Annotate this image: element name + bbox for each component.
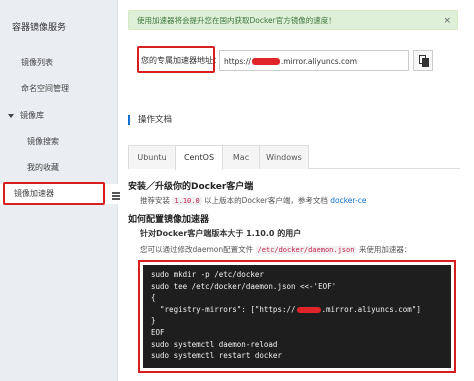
accelerator-address-field[interactable]: https:// .mirror.aliyuncs.com: [219, 50, 409, 71]
notice-text: 使用加速器将会提升您在国内获取Docker官方镜像的速度！: [137, 16, 336, 25]
address-prefix: https://: [224, 56, 251, 66]
copy-icon-front: [422, 58, 429, 67]
config-desc-text: 您可以通过修改daemon配置文件: [140, 245, 256, 254]
code-block[interactable]: sudo mkdir -p /etc/docker sudo tee /etc/…: [143, 265, 451, 368]
highlight-box-sidebar: [3, 182, 105, 205]
sidebar-item-namespace[interactable]: 命名空间管理: [0, 79, 118, 99]
install-description: 推荐安装 1.10.0 以上版本的Docker客户端，参考文档 docker-c…: [140, 195, 366, 206]
notice-banner: 使用加速器将会提升您在国内获取Docker官方镜像的速度！ ×: [128, 10, 458, 30]
code-line: }: [151, 316, 156, 326]
copy-button[interactable]: [413, 50, 433, 71]
version-code: 1.10.0: [172, 197, 202, 205]
tab-mac[interactable]: Mac: [222, 145, 260, 169]
config-subheading: 针对Docker客户端版本大于 1.10.0 的用户: [140, 229, 302, 238]
caret-down-icon: [8, 113, 14, 118]
install-desc-text-2: 以上版本的Docker客户端，参考文档: [201, 196, 331, 205]
os-tabs: Ubuntu CentOS Mac Windows: [128, 145, 460, 170]
menu-collapse-icon[interactable]: [112, 191, 122, 201]
tab-ubuntu[interactable]: Ubuntu: [128, 145, 176, 169]
code-line: sudo systemctl daemon-reload: [151, 339, 278, 349]
install-desc-text: 推荐安装: [140, 196, 173, 205]
config-desc-text-2: 来使用加速器：: [356, 245, 412, 254]
docker-ce-link[interactable]: docker-ce: [330, 196, 366, 205]
code-line: {: [151, 293, 156, 303]
code-mirrors-suffix: .mirror.aliyuncs.com"]: [321, 304, 421, 314]
tab-windows[interactable]: Windows: [259, 145, 309, 169]
accelerator-label: 您的专属加速器地址：: [141, 56, 221, 65]
redaction-mark: [296, 306, 321, 313]
code-line: sudo mkdir -p /etc/docker: [151, 270, 264, 279]
section-title: 操作文档: [128, 115, 172, 125]
sidebar-title: 容器镜像服务: [12, 23, 67, 33]
sidebar-group-label: 镜像库: [20, 111, 44, 120]
address-suffix: .mirror.aliyuncs.com: [280, 56, 358, 66]
config-heading: 如何配置镜像加速器: [128, 215, 210, 225]
daemon-path-code: /etc/docker/daemon.json: [255, 246, 357, 254]
code-line: sudo tee /etc/docker/daemon.json <<-'EOF…: [151, 281, 337, 291]
close-icon[interactable]: ×: [443, 11, 451, 31]
code-line-mirrors: "registry-mirrors": ["https:// .mirror.al…: [151, 304, 443, 316]
sidebar-item-image-search[interactable]: 镜像搜索: [0, 132, 118, 152]
config-description: 您可以通过修改daemon配置文件 /etc/docker/daemon.jso…: [140, 244, 411, 255]
highlight-box-code: sudo mkdir -p /etc/docker sudo tee /etc/…: [138, 260, 456, 373]
tab-centos[interactable]: CentOS: [175, 145, 223, 170]
redaction-mark: [251, 57, 280, 65]
code-line: sudo systemctl restart docker: [151, 351, 282, 361]
install-heading: 安装／升级你的Docker客户端: [128, 182, 254, 192]
sidebar-item-image-list[interactable]: 镜像列表: [0, 53, 118, 73]
code-line: EOF: [151, 327, 165, 337]
code-mirrors-prefix: "registry-mirrors": ["https://: [151, 304, 296, 314]
sidebar-item-favorites[interactable]: 我的收藏: [0, 158, 118, 178]
sidebar-group-repository[interactable]: 镜像库: [0, 106, 118, 126]
